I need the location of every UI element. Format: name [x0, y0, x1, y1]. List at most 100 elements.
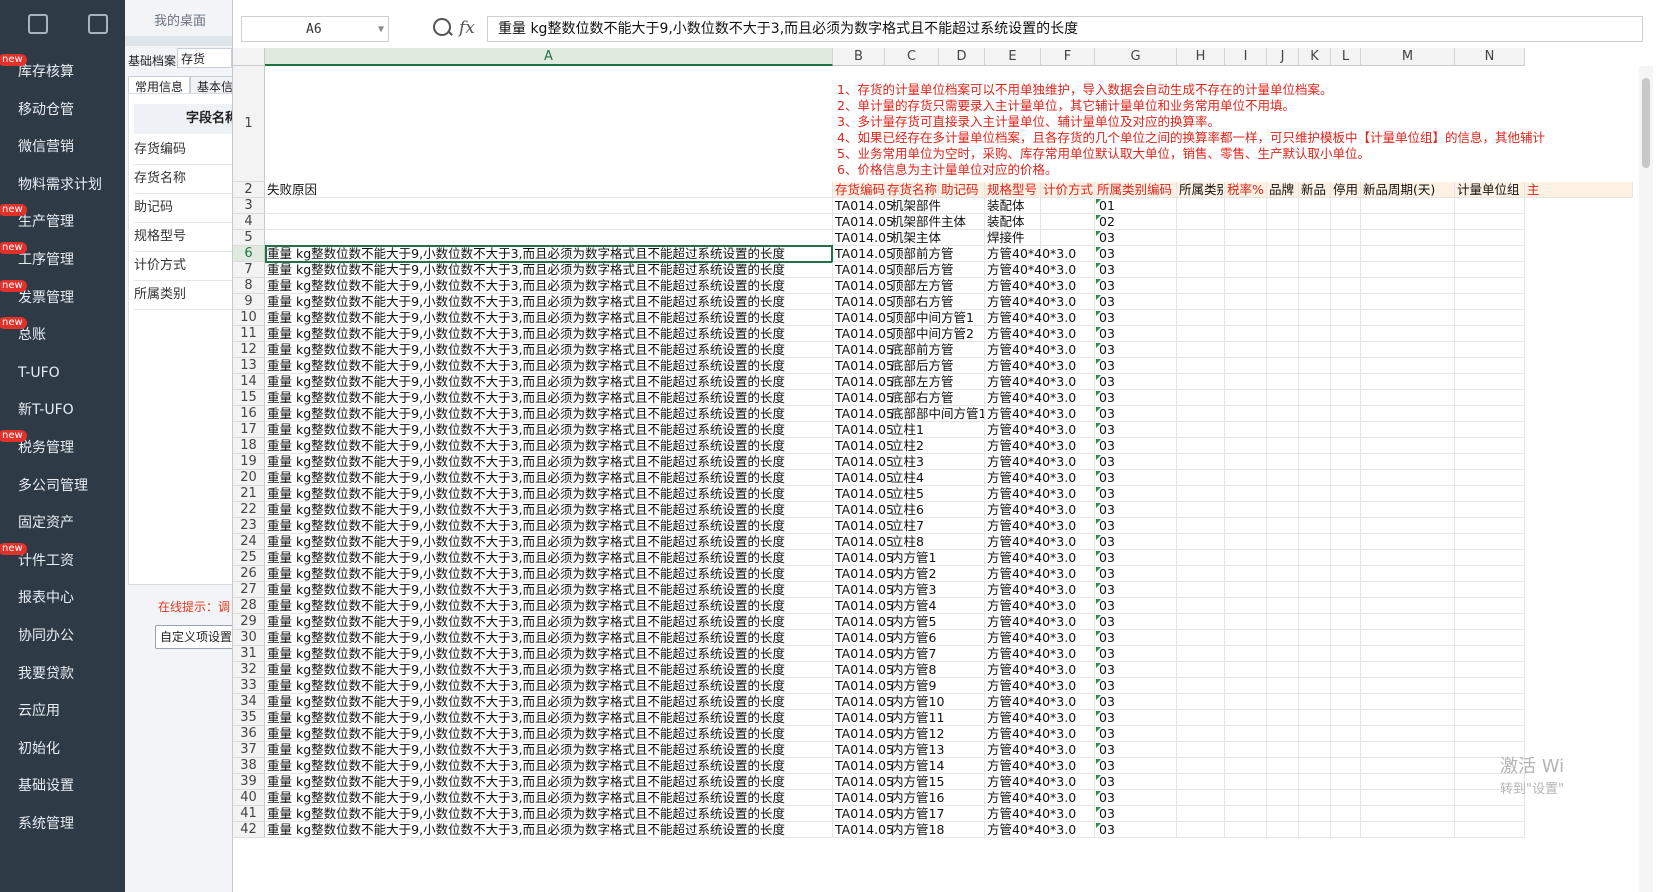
item-name-cell[interactable]: 内方管18 — [889, 822, 985, 838]
row-header[interactable]: 30 — [233, 630, 265, 646]
empty-cell[interactable] — [1299, 342, 1331, 358]
empty-cell[interactable] — [1361, 262, 1455, 278]
empty-cell[interactable] — [1361, 550, 1455, 566]
empty-cell[interactable] — [1225, 758, 1267, 774]
empty-cell[interactable] — [1177, 198, 1225, 214]
item-name-cell[interactable]: 内方管14 — [889, 758, 985, 774]
empty-cell[interactable] — [1455, 406, 1525, 422]
empty-cell[interactable] — [1299, 806, 1331, 822]
item-spec-cell[interactable]: 方管40*40*3.0 — [985, 262, 1076, 278]
category-code-cell[interactable]: 03 — [1095, 774, 1177, 790]
empty-cell[interactable] — [1361, 582, 1455, 598]
empty-cell[interactable] — [1455, 246, 1525, 262]
failure-reason-cell[interactable]: 重量 kg整数位数不能大于9,小数位数不大于3,而且必须为数字格式且不能超过系统… — [265, 822, 833, 838]
pricing-cell[interactable] — [1041, 406, 1095, 422]
archive-select[interactable]: 存货 — [177, 48, 232, 68]
row-header[interactable]: 17 — [233, 422, 265, 438]
category-code-cell[interactable]: 03 — [1095, 422, 1177, 438]
empty-cell[interactable] — [1267, 422, 1299, 438]
empty-cell[interactable] — [1331, 694, 1361, 710]
empty-cell[interactable] — [1267, 342, 1299, 358]
item-code-cell[interactable]: TA014.05 — [833, 374, 894, 390]
row-header[interactable]: 32 — [233, 662, 265, 678]
category-code-cell[interactable]: 02 — [1095, 214, 1177, 230]
pricing-cell[interactable] — [1041, 678, 1095, 694]
column-title-cell[interactable]: 品牌 — [1267, 182, 1299, 198]
empty-cell[interactable] — [1177, 374, 1225, 390]
item-code-cell[interactable]: TA014.05 — [833, 582, 894, 598]
category-code-cell[interactable]: 03 — [1095, 358, 1177, 374]
empty-cell[interactable] — [1455, 630, 1525, 646]
empty-cell[interactable] — [1361, 678, 1455, 694]
empty-cell[interactable] — [1331, 278, 1361, 294]
pricing-cell[interactable] — [1041, 710, 1095, 726]
empty-cell[interactable] — [1177, 534, 1225, 550]
pricing-cell[interactable] — [1041, 566, 1095, 582]
row-header[interactable]: 38 — [233, 758, 265, 774]
chevron-down-icon[interactable]: ▼ — [378, 17, 384, 43]
empty-cell[interactable] — [1225, 230, 1267, 246]
empty-cell[interactable] — [1361, 198, 1455, 214]
sidebar-item[interactable]: new 计件工资 — [0, 541, 125, 581]
empty-cell[interactable] — [1267, 214, 1299, 230]
column-title-cell[interactable]: 存货名称 — [885, 182, 939, 198]
empty-cell[interactable] — [1225, 246, 1267, 262]
failure-reason-cell[interactable]: 重量 kg整数位数不能大于9,小数位数不大于3,而且必须为数字格式且不能超过系统… — [265, 614, 833, 630]
empty-cell[interactable] — [1177, 310, 1225, 326]
empty-cell[interactable] — [1361, 294, 1455, 310]
empty-cell[interactable] — [1331, 198, 1361, 214]
empty-cell[interactable] — [1177, 422, 1225, 438]
category-code-cell[interactable]: 03 — [1095, 246, 1177, 262]
empty-cell[interactable] — [1267, 566, 1299, 582]
pricing-cell[interactable] — [1041, 822, 1095, 838]
item-name-cell[interactable]: 内方管17 — [889, 806, 985, 822]
item-name-cell[interactable]: 内方管15 — [889, 774, 985, 790]
item-code-cell[interactable]: TA014.05 — [833, 662, 894, 678]
column-header[interactable]: G — [1095, 48, 1177, 66]
row-header[interactable]: 19 — [233, 454, 265, 470]
empty-cell[interactable] — [1267, 630, 1299, 646]
empty-cell[interactable] — [1225, 454, 1267, 470]
empty-cell[interactable] — [1299, 230, 1331, 246]
empty-cell[interactable] — [1177, 358, 1225, 374]
item-code-cell[interactable]: TA014.05 — [833, 326, 894, 342]
item-code-cell[interactable]: TA014.05 — [833, 470, 894, 486]
row-header[interactable]: 1 — [233, 66, 265, 182]
sidebar-item[interactable]: T-UFO — [0, 353, 125, 393]
item-name-cell[interactable]: 立柱3 — [889, 454, 985, 470]
empty-cell[interactable] — [1299, 246, 1331, 262]
empty-cell[interactable] — [1455, 198, 1525, 214]
sidebar-item[interactable]: 云应用 — [0, 691, 125, 731]
empty-cell[interactable] — [1177, 486, 1225, 502]
empty-cell[interactable] — [1455, 550, 1525, 566]
empty-cell[interactable] — [1331, 806, 1361, 822]
empty-cell[interactable] — [1361, 358, 1455, 374]
column-header[interactable]: M — [1361, 48, 1455, 66]
empty-cell[interactable] — [1177, 230, 1225, 246]
empty-cell[interactable] — [1177, 518, 1225, 534]
empty-cell[interactable] — [1299, 406, 1331, 422]
empty-cell[interactable] — [1331, 742, 1361, 758]
item-name-cell[interactable]: 顶部左方管 — [889, 278, 985, 294]
empty-cell[interactable] — [1225, 694, 1267, 710]
custom-field-button[interactable]: 自定义项设置 — [155, 625, 237, 649]
item-name-cell[interactable]: 内方管6 — [889, 630, 985, 646]
item-spec-cell[interactable]: 方管40*40*3.0 — [985, 342, 1076, 358]
row-header[interactable]: 33 — [233, 678, 265, 694]
sidebar-item[interactable]: 协同办公 — [0, 616, 125, 656]
row-header[interactable]: 8 — [233, 278, 265, 294]
failure-reason-cell[interactable]: 重量 kg整数位数不能大于9,小数位数不大于3,而且必须为数字格式且不能超过系统… — [265, 646, 833, 662]
empty-cell[interactable] — [1455, 678, 1525, 694]
item-name-cell[interactable]: 顶部后方管 — [889, 262, 985, 278]
empty-cell[interactable] — [1225, 310, 1267, 326]
empty-cell[interactable] — [1225, 294, 1267, 310]
empty-cell[interactable] — [1225, 614, 1267, 630]
item-name-cell[interactable]: 底部右方管 — [889, 390, 985, 406]
empty-cell[interactable] — [1177, 342, 1225, 358]
category-code-cell[interactable]: 03 — [1095, 550, 1177, 566]
sidebar-item[interactable]: 物料需求计划 — [0, 165, 125, 205]
item-name-cell[interactable]: 机架主体 — [889, 230, 985, 246]
failure-reason-cell[interactable]: 重量 kg整数位数不能大于9,小数位数不大于3,而且必须为数字格式且不能超过系统… — [265, 422, 833, 438]
empty-cell[interactable] — [1455, 230, 1525, 246]
category-code-cell[interactable]: 03 — [1095, 566, 1177, 582]
